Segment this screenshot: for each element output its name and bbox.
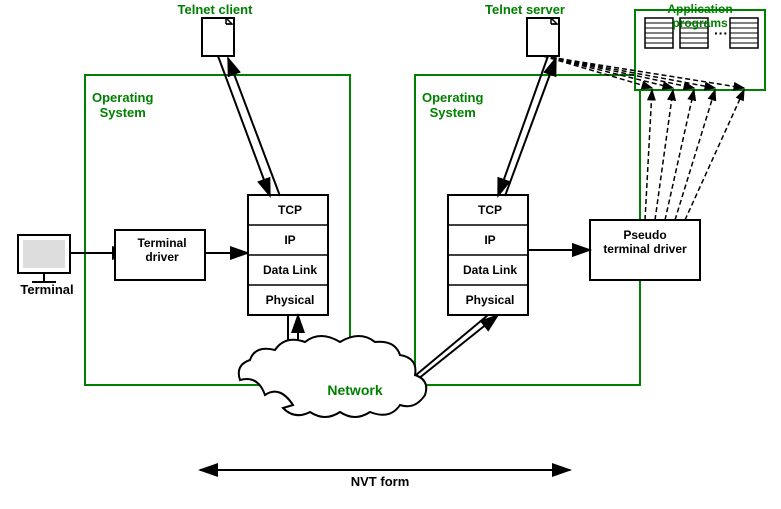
data-link-right-label: Data Link [452, 256, 528, 284]
terminal-label: Terminal [12, 282, 82, 297]
tcp-left-label: TCP [252, 197, 328, 223]
ip-left-label: IP [252, 226, 328, 254]
data-link-left-label: Data Link [252, 256, 328, 284]
telnet-server-label: Telnet server [475, 2, 575, 17]
pseudo-terminal-driver-label: Pseudo terminal driver [595, 228, 695, 256]
nvt-form-label: NVT form [330, 474, 430, 489]
physical-left-label: Physical [252, 286, 328, 314]
os-left-label: Operating System [92, 90, 153, 120]
terminal-driver-label: Terminal driver [122, 236, 202, 264]
os-right-label: Operating System [422, 90, 483, 120]
tcp-right-label: TCP [452, 197, 528, 223]
physical-right-label: Physical [452, 286, 528, 314]
network-label: Network [315, 382, 395, 398]
application-programs-label: Application programs [635, 2, 765, 30]
diagram: ··· [0, 0, 781, 509]
ip-right-label: IP [452, 226, 528, 254]
telnet-client-label: Telnet client [175, 2, 255, 17]
